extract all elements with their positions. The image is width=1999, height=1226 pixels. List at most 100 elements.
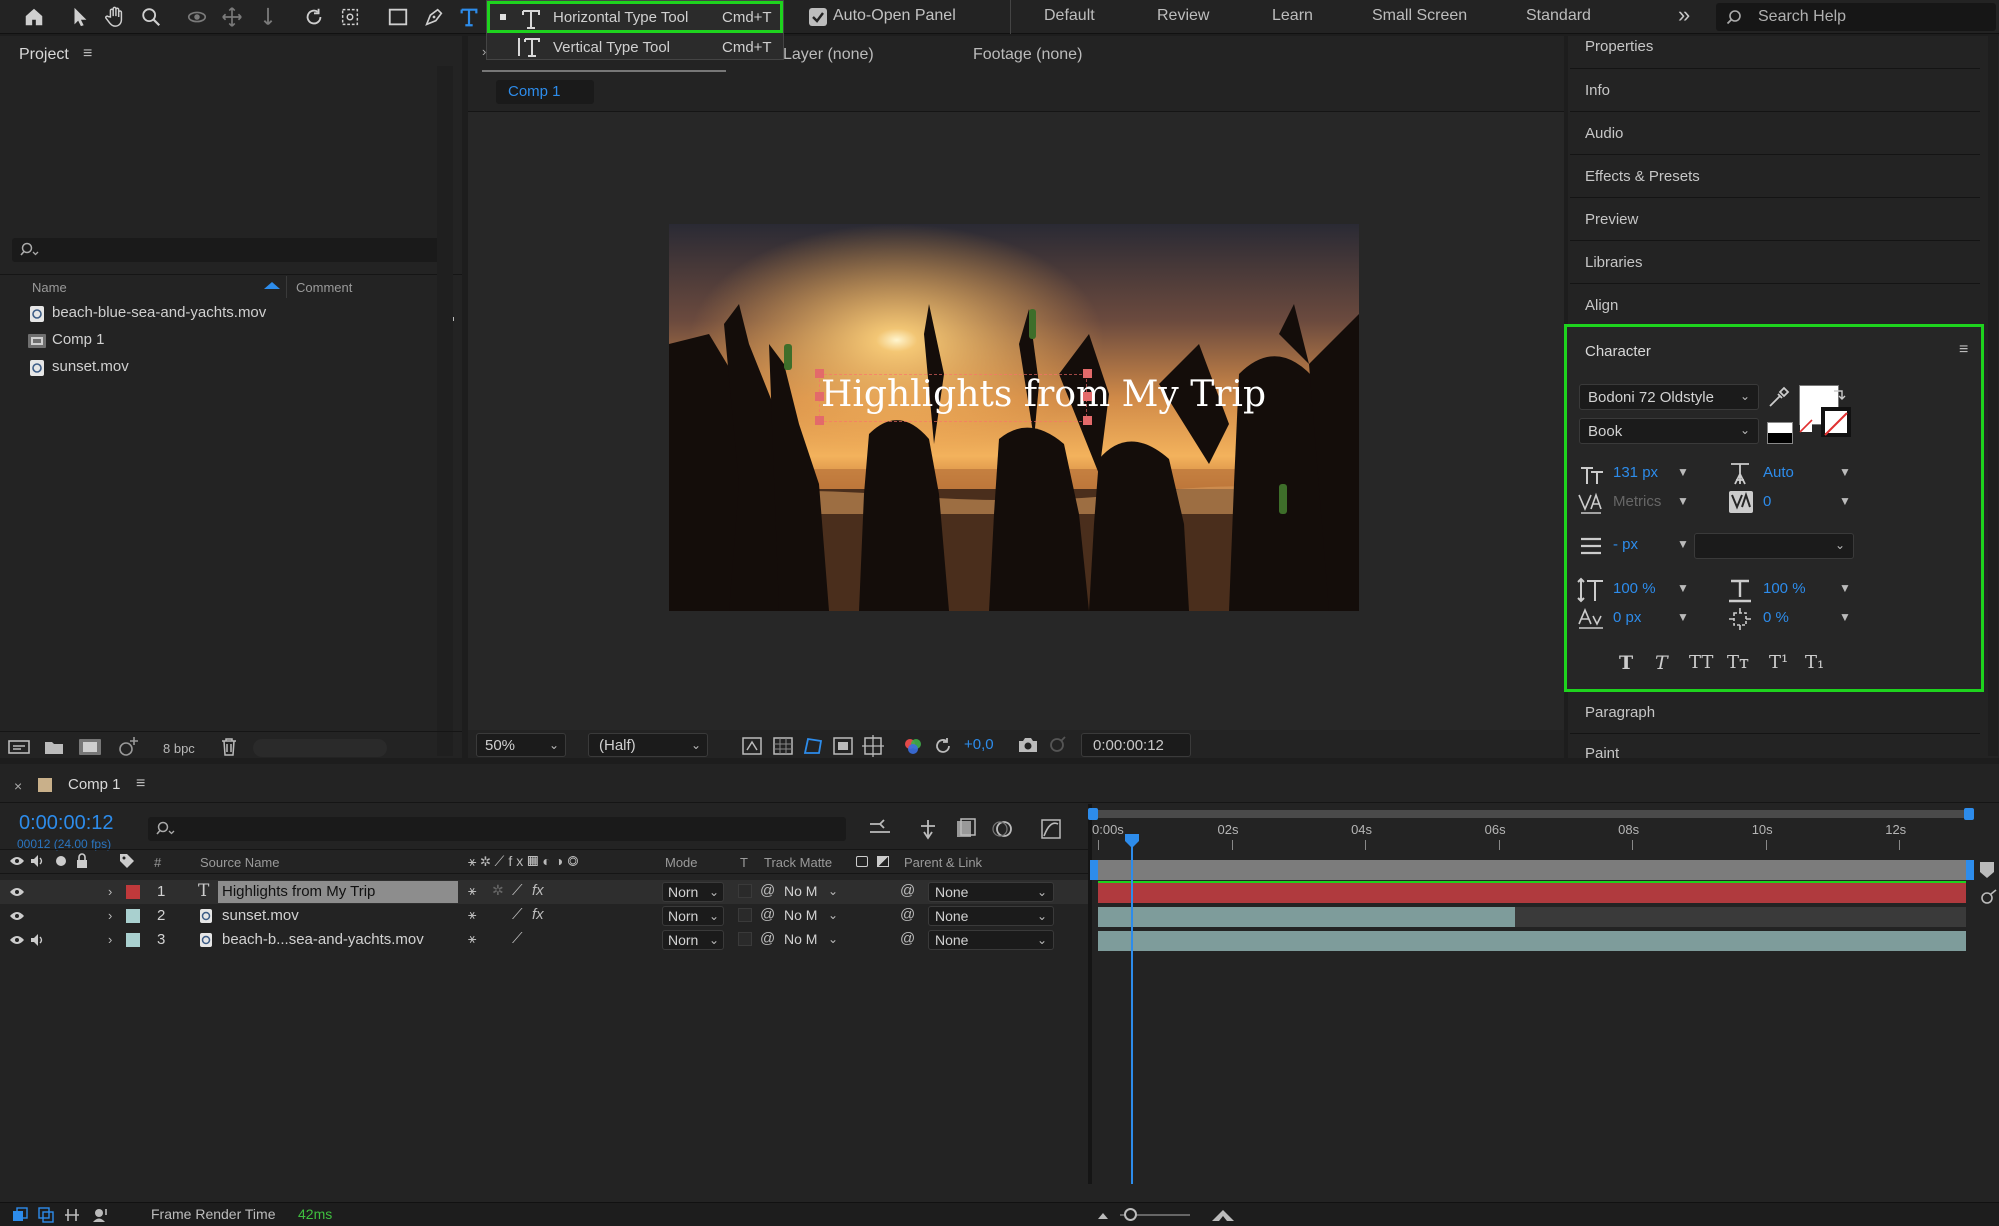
layer-name[interactable]: beach-b...sea-and-yachts.mov (218, 929, 458, 951)
layer-name[interactable]: Highlights from My Trip (218, 881, 458, 903)
chevron-down-icon[interactable]: ▼ (1677, 537, 1689, 551)
chevron-down-icon[interactable]: ▼ (1839, 581, 1851, 595)
frame-blending-icon[interactable] (954, 818, 976, 840)
info-panel-header[interactable]: Info (1570, 82, 1980, 99)
fast-previews-icon[interactable] (741, 736, 763, 756)
rotate-tool-icon[interactable] (300, 3, 328, 31)
track-matte-dropdown[interactable]: No M ⌄ (780, 906, 842, 926)
layer-duration-bar[interactable] (1098, 931, 1966, 951)
comp-1-tab[interactable]: Comp 1 (496, 80, 594, 104)
pickwhip-icon[interactable]: @ (760, 906, 775, 923)
parent-pickwhip-icon[interactable]: @ (900, 930, 915, 947)
column-header-mode[interactable]: Mode (665, 855, 698, 870)
hand-tool-icon[interactable] (101, 3, 129, 31)
layer-name[interactable]: sunset.mov (218, 905, 458, 927)
footage-viewer-tab[interactable]: Footage (none) (973, 46, 1082, 64)
parent-dropdown[interactable]: None ⌄ (928, 882, 1054, 902)
home-icon[interactable] (20, 3, 48, 31)
bounding-handle[interactable] (815, 369, 824, 378)
libraries-panel-header[interactable]: Libraries (1570, 254, 1980, 271)
column-header-comment[interactable]: Comment (296, 280, 352, 295)
audio-panel-header[interactable]: Audio (1570, 125, 1980, 142)
selection-tool-icon[interactable] (66, 3, 94, 31)
type-tool-icon[interactable] (455, 3, 483, 31)
workspace-small-screen[interactable]: Small Screen (1372, 7, 1467, 25)
paragraph-panel-header[interactable]: Paragraph (1570, 704, 1980, 721)
font-size-value[interactable]: 131 px (1613, 464, 1658, 481)
layer-label-color[interactable] (126, 909, 140, 923)
parent-dropdown[interactable]: None ⌄ (928, 906, 1054, 926)
workspace-learn[interactable]: Learn (1272, 7, 1313, 25)
exposure-value[interactable]: +0,0 (964, 736, 994, 753)
chevron-down-icon[interactable]: ▼ (1677, 494, 1689, 508)
superscript-button[interactable]: T¹ (1769, 652, 1788, 673)
transparency-grid-icon[interactable] (772, 736, 794, 756)
timeline-comp-tab[interactable]: Comp 1 (68, 776, 121, 793)
shy-layers-icon[interactable] (916, 818, 940, 840)
panel-menu-icon[interactable]: ≡ (83, 45, 92, 63)
shy-switch-icon[interactable]: ⚹ (468, 906, 476, 923)
menu-item-horizontal-type[interactable]: Horizontal Type Tool Cmd+T (487, 1, 783, 33)
stroke-width-value[interactable]: - px (1613, 536, 1638, 553)
layer-viewer-tab[interactable]: Layer (none) (783, 46, 874, 64)
eye-icon[interactable] (9, 934, 25, 946)
rectangle-tool-icon[interactable] (384, 3, 412, 31)
no-fill-icon[interactable] (1799, 419, 1813, 433)
zoom-in-icon[interactable] (1210, 1207, 1236, 1223)
project-item[interactable]: sunset.mov (0, 356, 440, 380)
stroke-type-dropdown[interactable]: ⌄ (1694, 533, 1854, 559)
zoom-out-icon[interactable] (1096, 1209, 1110, 1221)
baseline-shift-value[interactable]: 0 px (1613, 609, 1641, 626)
graph-editor-icon[interactable] (1040, 818, 1062, 840)
black-white-swatch[interactable] (1767, 422, 1793, 444)
trash-icon[interactable] (220, 737, 238, 757)
effects-presets-panel-header[interactable]: Effects & Presets (1570, 168, 1980, 185)
chevron-down-icon[interactable]: ▼ (1839, 494, 1851, 508)
project-search-input[interactable] (12, 238, 451, 262)
preserve-transparency-checkbox[interactable] (738, 932, 752, 946)
panel-menu-icon[interactable]: ≡ (1959, 341, 1968, 359)
blend-mode-dropdown[interactable]: Norn ⌄ (662, 882, 724, 902)
new-folder-icon[interactable] (44, 738, 64, 756)
panel-menu-icon[interactable]: ≡ (136, 775, 145, 793)
tsume-value[interactable]: 0 % (1763, 609, 1789, 626)
tracking-value[interactable]: 0 (1763, 493, 1771, 510)
work-area-end-handle[interactable] (1966, 860, 1974, 880)
navigator-end-handle[interactable] (1964, 808, 1974, 820)
pen-tool-icon[interactable] (420, 3, 448, 31)
zoom-slider-thumb[interactable] (1124, 1208, 1137, 1221)
shy-switch-icon[interactable]: ⚹ (468, 882, 476, 899)
project-item[interactable]: Comp 1 (0, 329, 440, 353)
text-bounding-box[interactable] (819, 374, 1087, 422)
menu-item-vertical-type[interactable]: Vertical Type Tool Cmd+T (487, 33, 783, 61)
project-settings-icon[interactable] (116, 737, 140, 757)
comp-marker-bin-icon[interactable] (1978, 860, 1996, 880)
navigator-start-handle[interactable] (1088, 808, 1098, 820)
current-time-field[interactable]: 0:00:00:12 (1081, 733, 1191, 757)
layer-duration-bar[interactable] (1098, 907, 1515, 927)
small-caps-button[interactable]: Tт (1727, 652, 1749, 673)
leading-value[interactable]: Auto (1763, 464, 1794, 481)
snapshot-camera-icon[interactable] (1017, 735, 1039, 755)
show-snapshot-icon[interactable] (1046, 735, 1068, 755)
new-composition-icon[interactable] (78, 737, 102, 757)
audio-speaker-icon[interactable] (30, 933, 46, 947)
collapse-switch-icon[interactable]: ✲ (492, 882, 504, 899)
column-header-track-matte[interactable]: Track Matte (764, 855, 832, 870)
timeline-layer-row[interactable]: › 1 T Highlights from My Trip ⚹ ✲ ⟋ fx Norn ⌄ @ No … (0, 880, 1088, 904)
bit-depth-button[interactable]: 8 bpc (163, 741, 195, 756)
preserve-transparency-checkbox[interactable] (738, 884, 752, 898)
work-area-navigator[interactable] (1092, 810, 1974, 818)
work-area-bar[interactable] (1098, 860, 1966, 880)
paint-panel-header[interactable]: Paint (1570, 745, 1980, 762)
mask-visibility-icon[interactable] (802, 736, 824, 756)
render-time-toggle-icon[interactable] (92, 1207, 110, 1223)
comp-frame[interactable]: Highlights from My Trip (669, 224, 1359, 611)
motion-blur-icon[interactable] (992, 818, 1014, 840)
eye-icon[interactable] (9, 886, 25, 898)
channel-rgb-icon[interactable] (902, 736, 924, 756)
shy-switch-icon[interactable]: ⚹ (468, 930, 476, 947)
composition-mini-flowchart-icon[interactable] (868, 818, 892, 840)
layer-duration-bar[interactable] (1098, 883, 1966, 903)
kerning-value[interactable]: Metrics (1613, 493, 1661, 510)
